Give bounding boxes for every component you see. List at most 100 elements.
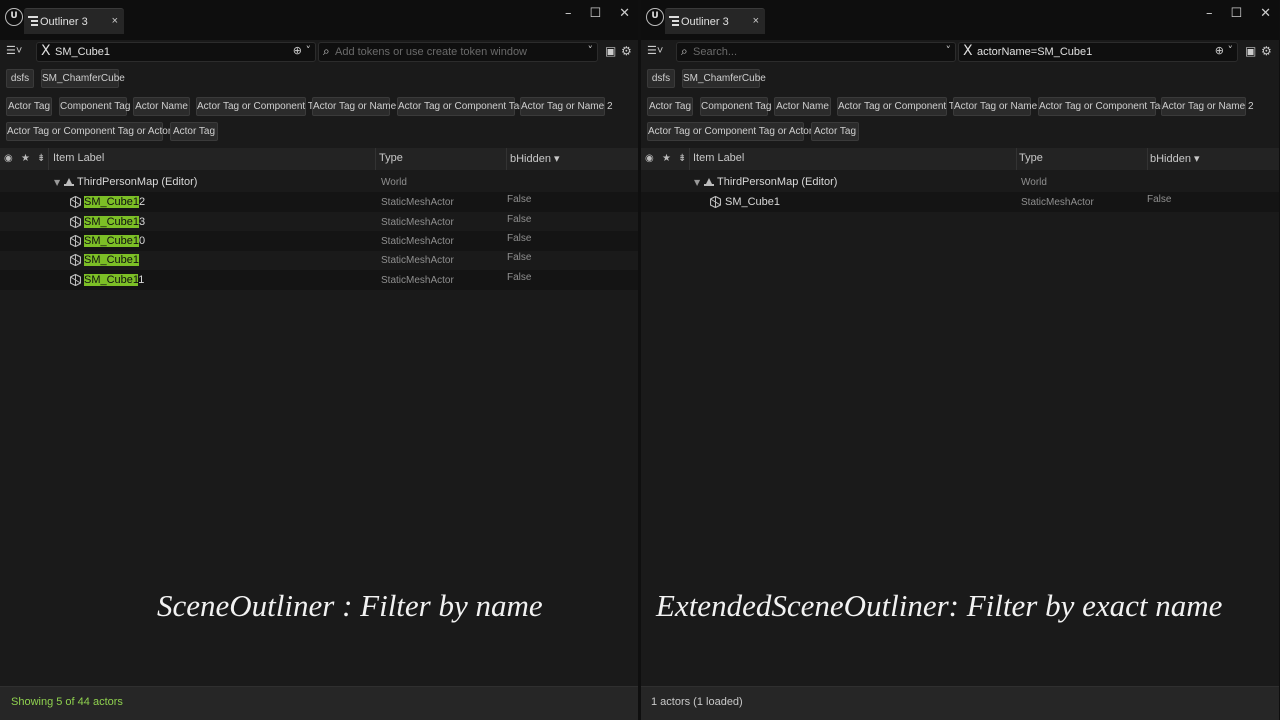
- row-hidden: False: [1147, 194, 1172, 205]
- filter-chip[interactable]: dsfs: [6, 69, 34, 88]
- table-row[interactable]: SM_Cube11 StaticMeshActor False: [0, 270, 638, 290]
- title-bar: U Outliner 3 × – ☐ ✕: [0, 0, 638, 40]
- expand-arrow-icon[interactable]: ▼: [54, 178, 60, 187]
- row-label: SM_Cube10: [84, 235, 146, 247]
- table-row[interactable]: SM_Cube1 StaticMeshActor False: [641, 192, 1279, 212]
- column-type[interactable]: Type: [1019, 152, 1043, 164]
- maximize-icon[interactable]: ☐: [1230, 6, 1242, 21]
- token-value: actorName=SM_Cube1: [977, 46, 1093, 58]
- filter-menu-icon[interactable]: ☰˅: [6, 44, 22, 57]
- caption: SceneOutliner : Filter by name: [157, 588, 543, 623]
- maximize-icon[interactable]: ☐: [589, 6, 601, 21]
- token-input[interactable]: ⌕ Add tokens or use create token window …: [318, 42, 598, 62]
- filter-chip[interactable]: SM_ChamferCube: [682, 69, 766, 88]
- search-icon: ⌕: [681, 44, 688, 58]
- outliner-icon: [669, 16, 679, 27]
- filter-chip[interactable]: dsfs: [647, 69, 675, 88]
- filter-chip[interactable]: Actor Name: [774, 97, 831, 116]
- filter-chip[interactable]: Actor Tag: [170, 122, 218, 141]
- pin-icon[interactable]: ⇟: [37, 153, 45, 164]
- token-dropdown-icon[interactable]: ˅: [588, 44, 594, 57]
- create-folder-icon[interactable]: ▣: [605, 44, 616, 58]
- create-folder-icon[interactable]: ▣: [1245, 44, 1256, 58]
- row-label: SM_Cube1: [725, 196, 781, 208]
- settings-gear-icon[interactable]: ⚙: [1261, 44, 1272, 58]
- filter-chip[interactable]: Actor Tag or Component Tag: [196, 97, 324, 116]
- filter-chip[interactable]: Actor Tag or Component Tag 2: [1038, 97, 1174, 116]
- token-input[interactable]: X actorName=SM_Cube1 ⊕ ˅: [958, 42, 1238, 62]
- favorite-star-icon[interactable]: ★: [21, 153, 30, 164]
- filter-chip[interactable]: Actor Tag: [647, 97, 693, 116]
- filter-chip[interactable]: Component Tag: [59, 97, 130, 116]
- tree-row-world[interactable]: ▼ ThirdPersonMap (Editor) World: [641, 172, 1279, 192]
- filter-chip[interactable]: Actor Name: [133, 97, 190, 116]
- search-input[interactable]: ⌕ Search... ˅: [676, 42, 956, 62]
- filter-chip[interactable]: Actor Tag or Name 2: [1161, 97, 1254, 116]
- column-bhidden[interactable]: bHidden ▾: [1150, 152, 1200, 165]
- column-bhidden[interactable]: bHidden ▾: [510, 152, 560, 165]
- search-input[interactable]: X SM_Cube1 ⊕ ˅: [36, 42, 316, 62]
- filter-chip[interactable]: Actor Tag or Name: [953, 97, 1037, 116]
- tab-close-icon[interactable]: ×: [112, 15, 118, 27]
- search-value: SM_Cube1: [55, 46, 111, 58]
- title-bar: U Outliner 3 × – ☐ ✕: [641, 0, 1279, 40]
- row-hidden: False: [507, 252, 532, 263]
- filter-chip[interactable]: Component Tag: [700, 97, 771, 116]
- close-icon[interactable]: ✕: [619, 6, 630, 21]
- clear-token-icon[interactable]: X: [963, 43, 973, 59]
- filter-chip[interactable]: Actor Tag or Component Tag or Actor Name: [647, 122, 842, 141]
- row-type: World: [1021, 177, 1047, 188]
- search-icon: ⌕: [323, 44, 330, 58]
- search-options-icon[interactable]: ⊕ ˅: [293, 44, 311, 57]
- favorite-star-icon[interactable]: ★: [662, 153, 671, 164]
- minimize-icon[interactable]: –: [1206, 6, 1213, 21]
- row-hidden: False: [507, 272, 532, 283]
- tab-outliner[interactable]: Outliner 3 ×: [665, 8, 765, 34]
- filter-chip[interactable]: Actor Tag or Component Tag: [837, 97, 965, 116]
- match-highlight: SM_Cube1: [84, 196, 140, 208]
- filter-chip[interactable]: Actor Tag: [811, 122, 859, 141]
- unreal-logo-icon: U: [646, 8, 664, 26]
- tab-outliner[interactable]: Outliner 3 ×: [24, 8, 124, 34]
- table-row[interactable]: SM_Cube1 StaticMeshActor False: [0, 250, 638, 270]
- column-type[interactable]: Type: [379, 152, 403, 164]
- column-item-label[interactable]: Item Label: [53, 152, 104, 164]
- tree-row-world[interactable]: ▼ ThirdPersonMap (Editor) World: [0, 172, 638, 192]
- row-hidden: False: [507, 233, 532, 244]
- search-dropdown-icon[interactable]: ˅: [946, 44, 952, 57]
- row-type: StaticMeshActor: [381, 275, 454, 286]
- filter-chip[interactable]: Actor Tag: [6, 97, 52, 116]
- tab-close-icon[interactable]: ×: [753, 15, 759, 27]
- row-label: SM_Cube11: [84, 274, 145, 286]
- filter-chip[interactable]: SM_ChamferCube: [41, 69, 125, 88]
- unreal-logo-icon: U: [5, 8, 23, 26]
- filter-chip[interactable]: Actor Tag or Component Tag or Actor Name: [6, 122, 201, 141]
- minimize-icon[interactable]: –: [565, 6, 572, 21]
- table-row[interactable]: SM_Cube13 StaticMeshActor False: [0, 212, 638, 232]
- expand-arrow-icon[interactable]: ▼: [694, 178, 700, 187]
- filter-chip[interactable]: Actor Tag or Name 2: [520, 97, 613, 116]
- clear-search-icon[interactable]: X: [41, 43, 51, 59]
- match-highlight: SM_Cube1: [84, 235, 140, 247]
- pin-icon[interactable]: ⇟: [678, 153, 686, 164]
- table-row[interactable]: SM_Cube12 StaticMeshActor False: [0, 192, 638, 212]
- filter-menu-icon[interactable]: ☰˅: [647, 44, 663, 57]
- status-text: 1 actors (1 loaded): [651, 696, 743, 708]
- filter-chip[interactable]: Actor Tag or Name: [312, 97, 396, 116]
- row-type: StaticMeshActor: [381, 255, 454, 266]
- settings-gear-icon[interactable]: ⚙: [621, 44, 632, 58]
- static-mesh-icon: [710, 196, 721, 208]
- close-icon[interactable]: ✕: [1260, 6, 1271, 21]
- filter-chip[interactable]: Actor Tag or Component Tag 2: [397, 97, 533, 116]
- row-label: SM_Cube12: [84, 196, 146, 208]
- row-label: SM_Cube13: [84, 216, 146, 228]
- table-row[interactable]: SM_Cube10 StaticMeshActor False: [0, 231, 638, 251]
- visibility-eye-icon[interactable]: ◉: [645, 153, 654, 164]
- token-options-icon[interactable]: ⊕ ˅: [1215, 44, 1233, 57]
- visibility-eye-icon[interactable]: ◉: [4, 153, 13, 164]
- column-item-label[interactable]: Item Label: [693, 152, 744, 164]
- toolbar: ☰˅ ⌕ Search... ˅ X actorName=SM_Cube1 ⊕ …: [641, 41, 1279, 63]
- match-highlight: SM_Cube1: [84, 254, 140, 266]
- status-bar: Showing 5 of 44 actors: [0, 686, 638, 720]
- row-type: StaticMeshActor: [1021, 197, 1094, 208]
